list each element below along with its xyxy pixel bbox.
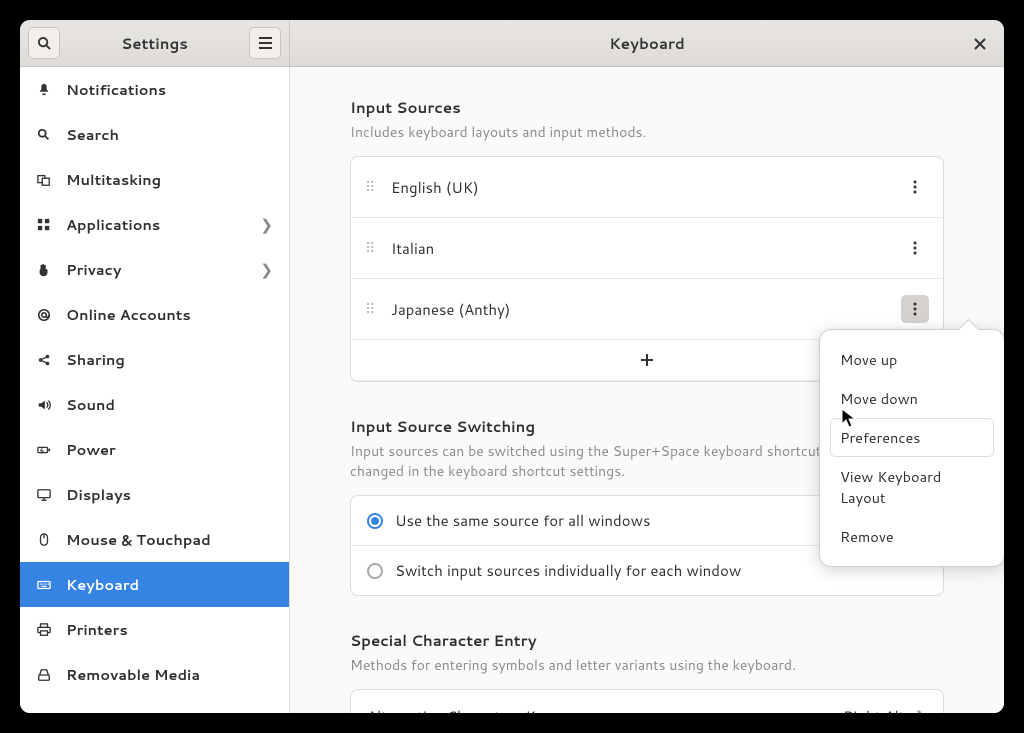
- sidebar-item-online-accounts[interactable]: Online Accounts: [20, 292, 289, 337]
- drag-handle-icon[interactable]: ⠿: [365, 238, 379, 258]
- popover-view-layout[interactable]: View Keyboard Layout: [830, 457, 994, 517]
- sidebar-item-sharing[interactable]: Sharing: [20, 337, 289, 382]
- sidebar-item-notifications[interactable]: Notifications: [20, 67, 289, 112]
- sidebar-item-label: Displays: [66, 484, 273, 505]
- sidebar-item-multitasking[interactable]: Multitasking: [20, 157, 289, 202]
- radio-icon: [367, 513, 383, 529]
- page-title: Keyboard: [290, 33, 1004, 54]
- battery-icon: [36, 443, 52, 457]
- mouse-icon: [36, 533, 52, 547]
- sidebar-item-removable-media[interactable]: Removable Media: [20, 652, 289, 697]
- search-icon: [37, 36, 52, 51]
- sidebar-item-label: Power: [66, 439, 273, 460]
- sidebar-item-printers[interactable]: Printers: [20, 607, 289, 652]
- sidebar-item-label: Mouse & Touchpad: [66, 529, 273, 550]
- sidebar-item-displays[interactable]: Displays: [20, 472, 289, 517]
- hand-icon: [36, 263, 52, 277]
- alt-chars-value: Right Alt: [843, 706, 904, 713]
- sidebar-item-label: Applications: [66, 214, 246, 235]
- input-source-row[interactable]: ⠿ Italian: [351, 218, 943, 279]
- drag-handle-icon[interactable]: ⠿: [365, 177, 379, 197]
- sidebar-item-label: Search: [66, 124, 273, 145]
- drag-handle-icon[interactable]: ⠿: [365, 299, 379, 319]
- sidebar-item-label: Notifications: [66, 79, 273, 100]
- sidebar-item-label: Keyboard: [66, 574, 273, 595]
- input-source-popover: Move up Move down Preferences View Keybo…: [819, 329, 1004, 567]
- monitor-icon: [36, 488, 52, 502]
- sidebar-item-label: Printers: [66, 619, 273, 640]
- at-icon: [36, 308, 52, 322]
- sidebar: Notifications Search Multitasking Applic…: [20, 67, 290, 713]
- special-title: Special Character Entry: [350, 630, 944, 651]
- sidebar-item-label: Multitasking: [66, 169, 273, 190]
- chevron-right-icon: ❯: [914, 706, 927, 713]
- switching-option-label: Use the same source for all windows: [395, 510, 650, 531]
- input-source-menu-button[interactable]: [901, 173, 929, 201]
- sidebar-item-label: Privacy: [66, 259, 246, 280]
- popover-remove[interactable]: Remove: [830, 517, 994, 556]
- alt-chars-row[interactable]: Alternative Characters Key Right Alt ❯: [351, 690, 943, 713]
- sidebar-title: Settings: [60, 33, 249, 54]
- hamburger-icon: [258, 37, 273, 49]
- alt-chars-label: Alternative Characters Key: [367, 706, 843, 713]
- radio-icon: [367, 563, 383, 579]
- switching-option-label: Switch input sources individually for ea…: [395, 560, 741, 581]
- plus-icon: [639, 352, 655, 368]
- sidebar-item-keyboard[interactable]: Keyboard: [20, 562, 289, 607]
- search-icon: [36, 128, 52, 142]
- kebab-icon: [913, 180, 917, 194]
- chevron-right-icon: ❯: [260, 214, 273, 235]
- speaker-icon: [36, 398, 52, 412]
- sidebar-item-power[interactable]: Power: [20, 427, 289, 472]
- close-icon: [974, 38, 986, 50]
- sidebar-item-label: Online Accounts: [66, 304, 273, 325]
- sidebar-item-mouse[interactable]: Mouse & Touchpad: [20, 517, 289, 562]
- popover-preferences[interactable]: Preferences: [830, 418, 994, 457]
- chevron-right-icon: ❯: [260, 259, 273, 280]
- content-area: Input Sources Includes keyboard layouts …: [290, 67, 1004, 713]
- input-source-label: English (UK): [391, 177, 901, 198]
- keyboard-icon: [36, 578, 52, 592]
- input-sources-list: ⠿ English (UK) ⠿ Italian ⠿ Japanese (Ant…: [350, 156, 944, 382]
- special-subtitle: Methods for entering symbols and letter …: [350, 655, 944, 675]
- sidebar-item-label: Sharing: [66, 349, 273, 370]
- multitask-icon: [36, 173, 52, 187]
- sidebar-item-privacy[interactable]: Privacy ❯: [20, 247, 289, 292]
- sidebar-item-search[interactable]: Search: [20, 112, 289, 157]
- input-sources-title: Input Sources: [350, 97, 944, 118]
- bell-icon: [36, 83, 52, 97]
- input-source-menu-button[interactable]: [901, 295, 929, 323]
- printer-icon: [36, 623, 52, 637]
- popover-move-up[interactable]: Move up: [830, 340, 994, 379]
- hamburger-button[interactable]: [249, 27, 281, 59]
- apps-icon: [36, 218, 52, 232]
- input-source-label: Italian: [391, 238, 901, 259]
- sidebar-item-label: Removable Media: [66, 664, 273, 685]
- input-source-row[interactable]: ⠿ English (UK): [351, 157, 943, 218]
- share-icon: [36, 353, 52, 367]
- kebab-icon: [913, 241, 917, 255]
- drive-icon: [36, 668, 52, 682]
- input-source-label: Japanese (Anthy): [391, 299, 901, 320]
- special-list: Alternative Characters Key Right Alt ❯: [350, 689, 944, 713]
- sidebar-item-sound[interactable]: Sound: [20, 382, 289, 427]
- kebab-icon: [913, 302, 917, 316]
- popover-move-down[interactable]: Move down: [830, 379, 994, 418]
- sidebar-item-applications[interactable]: Applications ❯: [20, 202, 289, 247]
- input-sources-subtitle: Includes keyboard layouts and input meth…: [350, 122, 944, 142]
- titlebar: Settings Keyboard: [20, 20, 1004, 67]
- search-button[interactable]: [28, 27, 60, 59]
- input-source-menu-button[interactable]: [901, 234, 929, 262]
- close-button[interactable]: [970, 34, 990, 54]
- sidebar-item-label: Sound: [66, 394, 273, 415]
